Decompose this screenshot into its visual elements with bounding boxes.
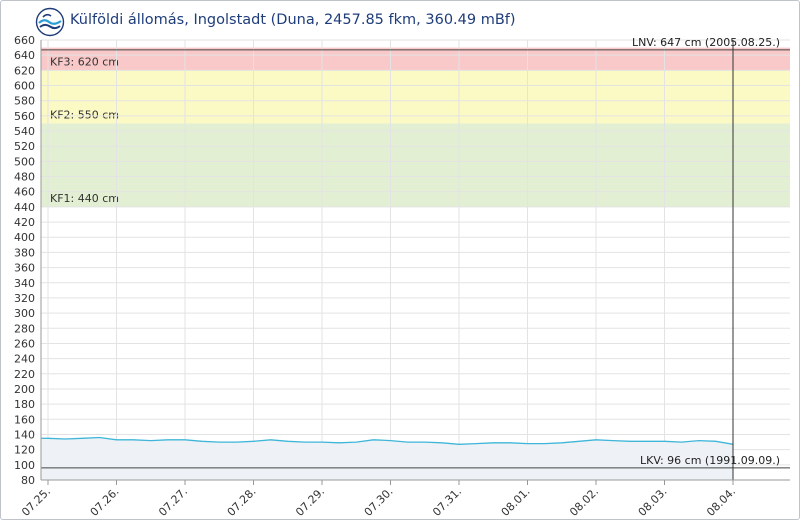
- x-tick-label: 08.04.: [704, 485, 738, 519]
- y-tick-label: 160: [14, 413, 35, 426]
- x-tick-label: 08.03.: [636, 485, 670, 519]
- y-tick-label: 100: [14, 459, 35, 472]
- x-tick-label: 07.31.: [430, 485, 464, 519]
- y-tick-label: 220: [14, 368, 35, 381]
- zone-band-kf1: [41, 123, 790, 207]
- warning-zones: KF3: 620 cm KF2: 550 cm KF1: 440 cm: [41, 47, 790, 207]
- x-tick-label: 07.29.: [293, 485, 327, 519]
- zone-band-kf3: [41, 47, 790, 71]
- x-tick-label: 07.27.: [156, 485, 190, 519]
- lkv-label: LKV: 96 cm (1991.09.09.): [640, 454, 780, 467]
- zone-label-kf2: KF2: 550 cm: [50, 108, 119, 121]
- y-tick-label: 280: [14, 322, 35, 335]
- y-tick-label: 540: [14, 125, 35, 138]
- zone-label-kf3: KF3: 620 cm: [50, 55, 119, 68]
- x-tick-label: 08.02.: [567, 485, 601, 519]
- y-tick-label: 640: [14, 49, 35, 62]
- y-tick-label: 180: [14, 398, 35, 411]
- y-tick-label: 340: [14, 277, 35, 290]
- y-tick-label: 400: [14, 231, 35, 244]
- y-tick-label: 360: [14, 262, 35, 275]
- y-tick-label: 140: [14, 428, 35, 441]
- y-tick-label: 380: [14, 246, 35, 259]
- y-tick-label: 320: [14, 292, 35, 305]
- y-tick-label: 500: [14, 155, 35, 168]
- water-level-series: [40, 436, 734, 480]
- series-area: [41, 437, 733, 480]
- y-tick-label: 200: [14, 383, 35, 396]
- y-tick-label: 520: [14, 140, 35, 153]
- x-tick-label: 07.28.: [225, 485, 259, 519]
- x-tick-label: 08.01.: [499, 485, 533, 519]
- x-tick-label: 07.25.: [19, 485, 53, 519]
- y-tick-label: 560: [14, 110, 35, 123]
- zone-label-kf1: KF1: 440 cm: [50, 192, 119, 205]
- y-tick-label: 260: [14, 337, 35, 350]
- y-tick-label: 600: [14, 80, 35, 93]
- y-axis: 80 100 120 140 160 180 200 220 240 260 280 300 320 34…: [14, 34, 42, 487]
- y-tick-label: 480: [14, 171, 35, 184]
- x-tick-label: 07.26.: [88, 485, 122, 519]
- x-tick-label: 07.30.: [362, 485, 396, 519]
- y-tick-label: 300: [14, 307, 35, 320]
- y-tick-label: 120: [14, 444, 35, 457]
- lnv-label: LNV: 647 cm (2005.08.25.): [632, 36, 780, 49]
- y-tick-label: 580: [14, 95, 35, 108]
- y-tick-label: 620: [14, 64, 35, 77]
- y-tick-label: 420: [14, 216, 35, 229]
- hydrograph-chart: KF3: 620 cm KF2: 550 cm KF1: 440 cm LNV: 6…: [14, 34, 790, 519]
- y-tick-label: 80: [21, 474, 35, 487]
- y-tick-label: 440: [14, 201, 35, 214]
- x-axis: 07.25. 07.26. 07.27. 07.28. 07.29. 07.30. 07.3…: [19, 479, 790, 519]
- y-tick-label: 240: [14, 353, 35, 366]
- y-tick-label: 660: [14, 34, 35, 47]
- y-tick-label: 460: [14, 186, 35, 199]
